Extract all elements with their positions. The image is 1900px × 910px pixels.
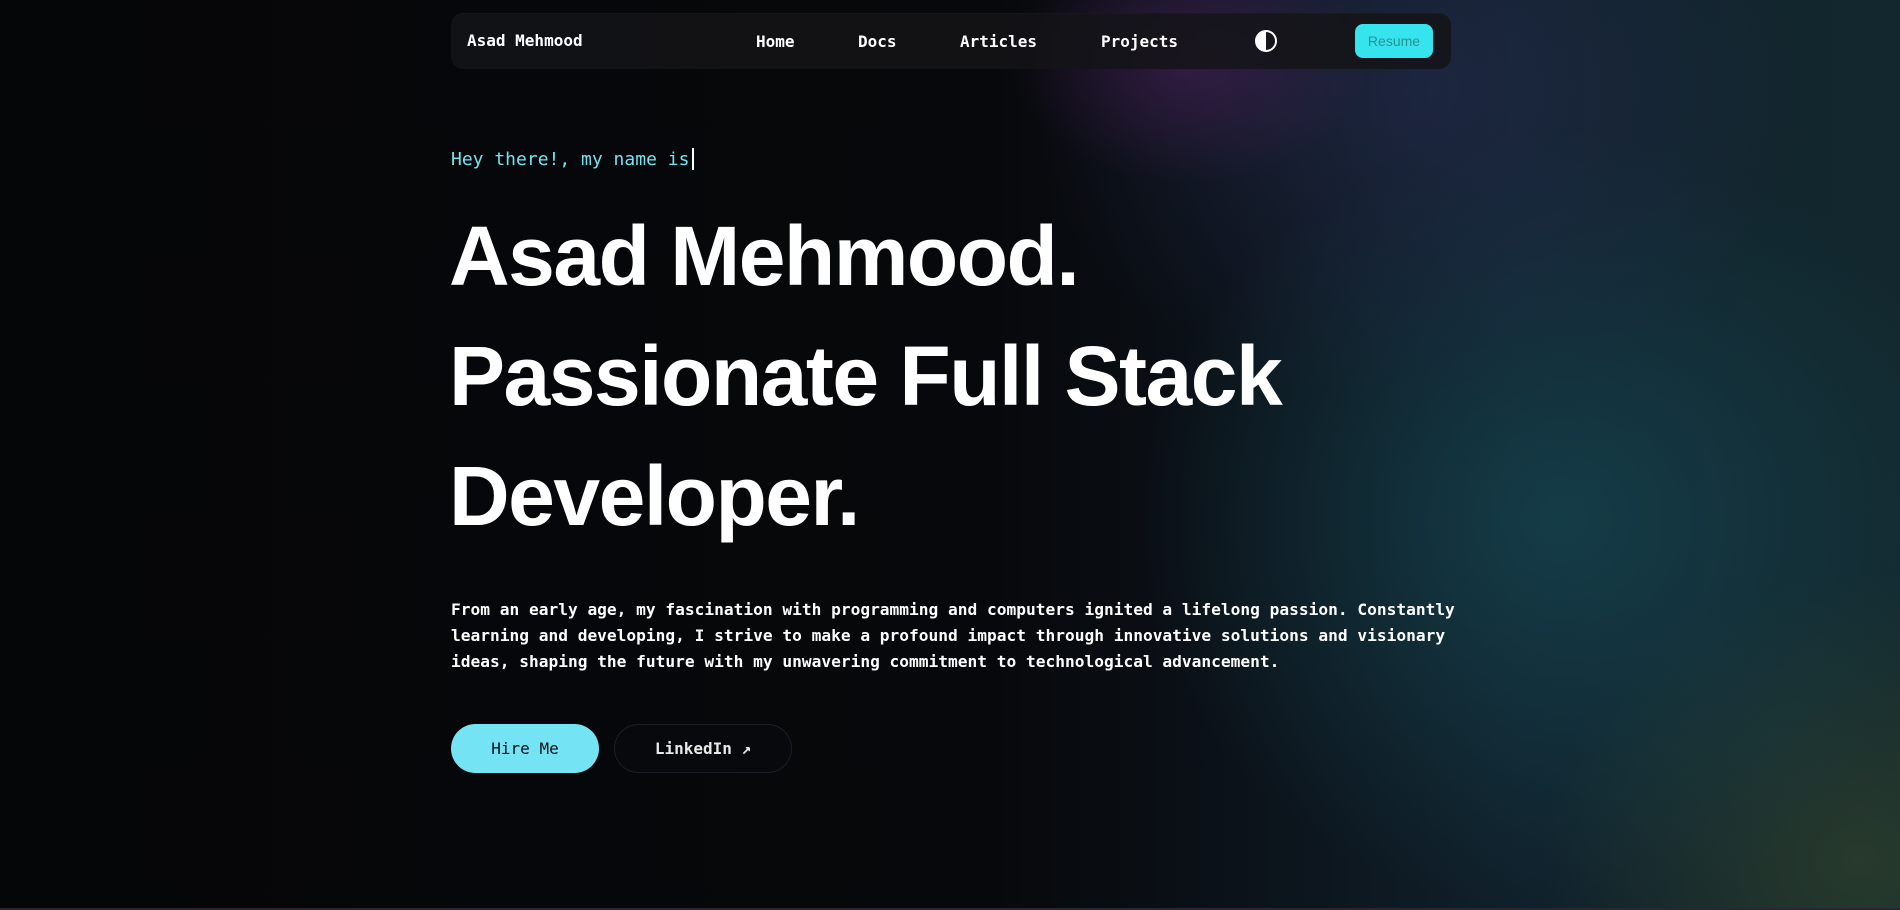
greeting-text: Hey there!, my name is [451, 148, 695, 170]
navbar: Asad Mehmood Home Docs Articles Projects… [451, 13, 1451, 69]
nav-link-home[interactable]: Home [756, 32, 795, 51]
hire-me-button[interactable]: Hire Me [451, 724, 599, 773]
nav-link-articles[interactable]: Articles [960, 32, 1037, 51]
theme-toggle-icon[interactable] [1254, 29, 1278, 53]
hero-headline: Asad Mehmood. Passionate Full Stack Deve… [449, 196, 1283, 556]
bio-paragraph: From an early age, my fascination with p… [451, 600, 1455, 671]
brand-logo-link[interactable]: Asad Mehmood [467, 31, 583, 50]
greeting-label: Hey there!, my name is [451, 149, 690, 170]
nav-link-docs[interactable]: Docs [858, 32, 897, 51]
headline-role-line-1: Passionate Full Stack [449, 329, 1283, 423]
resume-button[interactable]: Resume [1355, 24, 1433, 58]
headline-name: Asad Mehmood. [449, 209, 1080, 303]
headline-role-line-2: Developer. [449, 449, 860, 543]
nav-link-projects[interactable]: Projects [1101, 32, 1178, 51]
linkedin-button[interactable]: LinkedIn ↗ [614, 724, 792, 773]
typing-caret [692, 148, 695, 170]
